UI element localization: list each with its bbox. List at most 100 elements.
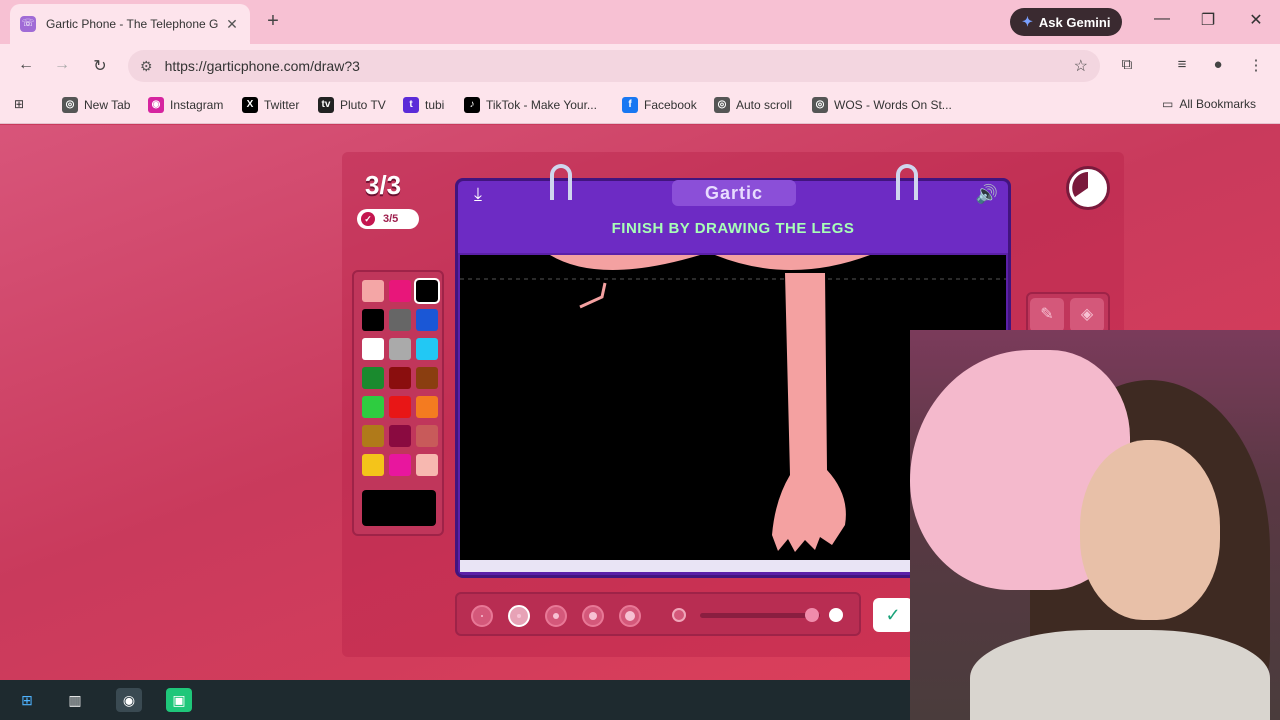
brush-size-dot [517,614,521,618]
pencil-tool-icon[interactable]: ✎ [1030,298,1064,332]
gartic-phone-tab-icon: ☏ [20,16,36,32]
color-swatch[interactable] [362,454,384,476]
previous-drawing-body-right [715,255,870,270]
drawn-leg [772,273,846,552]
color-swatch[interactable] [362,425,384,447]
bookmark-auto-scroll[interactable]: ◎ Auto scroll [714,97,792,113]
color-swatch[interactable] [389,425,411,447]
brush-size-option[interactable] [471,605,493,627]
color-swatch[interactable] [389,280,411,302]
color-swatch[interactable] [416,454,438,476]
app-taskbar-icon[interactable]: ▣ [166,688,192,712]
browser-toolbar: ← → ↻ ⚙ https://garticphone.com/draw?3 ☆… [0,44,1280,88]
media-control-icon[interactable]: ≡ [1171,56,1193,73]
color-swatch[interactable] [414,278,440,304]
all-bookmarks-folder[interactable]: ▭ All Bookmarks [1162,97,1256,111]
bookmark-wos[interactable]: ◎ WOS - Words On St... [812,97,952,113]
windows-taskbar: ⊞ ▥ ◉ ▣ [0,680,910,720]
webcam-overlay [910,330,1280,720]
opacity-slider-handle[interactable] [805,608,819,622]
brush-size-option[interactable] [619,605,641,627]
reload-icon[interactable]: ↻ [88,56,112,76]
site-info-icon[interactable]: ⚙ [140,58,153,75]
bookmark-tubi[interactable]: t tubi [403,97,444,113]
color-swatch[interactable] [389,367,411,389]
color-swatch[interactable] [416,338,438,360]
color-swatch[interactable] [362,396,384,418]
opacity-max-knob[interactable] [829,608,843,622]
done-button[interactable]: ✓ [873,598,913,632]
forward-arrow-icon[interactable]: → [50,56,74,74]
color-swatch[interactable] [416,425,438,447]
url-text[interactable]: https://garticphone.com/draw?3 [165,58,1074,74]
color-swatch[interactable] [389,309,411,331]
current-color-swatch [362,490,436,526]
color-swatch[interactable] [389,454,411,476]
new-tab-button[interactable]: + [262,10,284,33]
back-arrow-icon[interactable]: ← [14,56,38,74]
extensions-icon[interactable]: ⧉ [1116,56,1138,73]
color-swatch[interactable] [362,367,384,389]
brush-size-option[interactable] [545,605,567,627]
close-tab-icon[interactable]: ✕ [224,16,240,33]
binder-ring-right [896,164,918,200]
address-bar[interactable]: ⚙ https://garticphone.com/draw?3 ☆ [128,50,1100,82]
drawing-instruction: FINISH BY DRAWING THE LEGS [611,220,855,237]
webcam-shirt [970,630,1270,720]
color-swatch[interactable] [416,367,438,389]
bookmark-new-tab[interactable]: ◎ New Tab [62,97,130,113]
color-palette [352,270,444,536]
eraser-tool-icon[interactable]: ◈ [1070,298,1104,332]
chrome-taskbar-icon[interactable]: ◉ [116,688,142,712]
brush-size-option[interactable] [508,605,530,627]
opacity-slider-track[interactable] [700,613,820,618]
bookmark-tiktok[interactable]: ♪ TikTok - Make Your... [464,97,597,113]
color-swatch[interactable] [362,309,384,331]
download-icon[interactable]: ⤓ [467,184,489,205]
browser-tab-active[interactable]: ☏ Gartic Phone - The Telephone G ✕ [10,4,250,44]
browser-menu-icon[interactable]: ⋮ [1245,56,1267,74]
gartic-logo: Gartic [672,180,796,206]
binder-ring-left [550,164,572,200]
color-swatch[interactable] [362,280,384,302]
players-done-count: 3/5 [383,213,399,225]
bookmark-facebook[interactable]: f Facebook [622,97,697,113]
color-swatch[interactable] [389,396,411,418]
bookmark-twitter[interactable]: X Twitter [242,97,299,113]
webcam-face [1080,440,1220,620]
timer-icon [1066,166,1110,210]
bookmark-instagram[interactable]: ◉ Instagram [148,97,223,113]
color-swatch[interactable] [416,396,438,418]
color-swatch[interactable] [389,338,411,360]
gemini-sparkle-icon: ✦ [1022,14,1033,29]
apps-grid-icon[interactable]: ⊞ [14,97,24,111]
color-swatch[interactable] [416,309,438,331]
bookmark-pluto-tv[interactable]: tv Pluto TV [318,97,386,113]
round-counter: 3/3 [365,170,402,200]
players-done-badge: ✓ 3/5 [357,209,419,229]
windows-start-icon[interactable]: ⊞ [14,688,40,712]
folder-icon: ▭ [1162,97,1174,111]
profile-avatar-icon[interactable]: ● [1207,56,1229,73]
close-window-icon[interactable]: ✕ [1244,10,1268,30]
check-icon: ✓ [361,212,375,226]
color-swatch[interactable] [362,338,384,360]
bookmark-star-icon[interactable]: ☆ [1074,56,1088,76]
tab-title: Gartic Phone - The Telephone G [46,17,219,31]
ask-gemini-button[interactable]: ✦ Ask Gemini [1010,8,1123,36]
brush-size-dot [481,615,483,617]
bookmarks-bar: ⊞ ◎ New Tab ◉ Instagram X Twitter tv Pluto T… [0,88,1280,124]
brush-size-option[interactable] [582,605,604,627]
minimize-window-icon[interactable]: — [1150,10,1174,28]
restore-window-icon[interactable]: ❐ [1196,10,1220,30]
drawn-small-stroke [579,282,607,309]
task-view-icon[interactable]: ▥ [62,688,88,712]
previous-drawing-body-left [550,255,700,270]
brush-size-dot [589,612,597,620]
browser-tab-strip: ☏ Gartic Phone - The Telephone G ✕ + ✦ A… [0,0,1280,44]
brush-size-dot [625,611,635,621]
sound-icon[interactable]: 🔊 [975,184,999,205]
ask-gemini-label: Ask Gemini [1038,14,1111,30]
opacity-min-knob[interactable] [672,608,686,622]
brush-size-dot [553,613,559,619]
